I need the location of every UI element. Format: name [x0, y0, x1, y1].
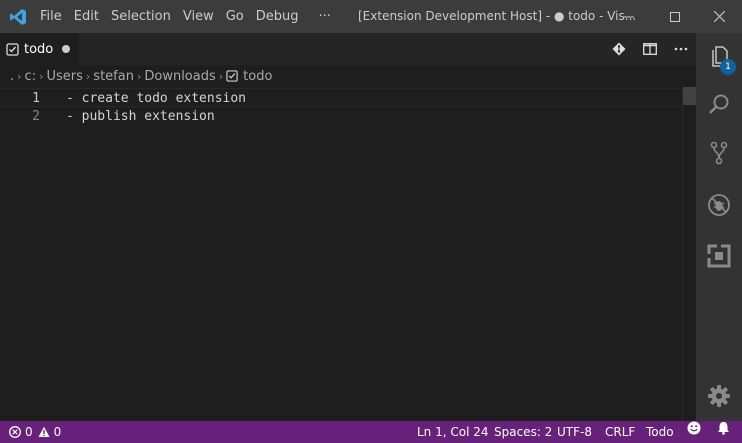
manage-button[interactable]	[696, 372, 742, 420]
breadcrumb-item-drive[interactable]: c:	[25, 69, 37, 84]
explorer-badge: 1	[720, 59, 736, 75]
extensions-button[interactable]	[696, 232, 742, 280]
bell-icon	[718, 422, 729, 435]
source-control-button[interactable]	[696, 129, 742, 177]
error-icon	[9, 426, 21, 438]
line-number: 2	[32, 109, 40, 124]
menu-bar: File Edit Selection View Go Debug ···	[35, 0, 337, 33]
smiley-icon	[687, 421, 701, 435]
language-mode[interactable]: Todo	[646, 421, 674, 443]
line-text[interactable]: - create todo extension	[66, 89, 246, 108]
problems-indicator[interactable]: 0 0	[9, 421, 61, 443]
title-bar: File Edit Selection View Go Debug ··· [E…	[0, 0, 742, 33]
window-title: [Extension Development Host] - ● todo - …	[358, 9, 637, 23]
status-bar: 0 0 Ln 1, Col 24 Spaces: 2 UTF-8 CRLF To…	[0, 421, 742, 443]
activity-bar: 1	[696, 33, 742, 421]
menu-debug[interactable]: Debug	[250, 0, 305, 33]
menu-go[interactable]: Go	[220, 0, 250, 33]
search-view-button[interactable]	[696, 81, 742, 129]
unsaved-dot-icon[interactable]	[62, 45, 70, 53]
menu-more[interactable]: ···	[313, 0, 337, 33]
chevron-right-icon: ›	[39, 69, 44, 83]
split-editor-icon	[642, 43, 657, 55]
editor-line[interactable]: 2 - publish extension	[0, 107, 682, 126]
checkbox-file-icon	[226, 70, 238, 82]
text-editor[interactable]: 1 - create todo extension 2 - publish ex…	[0, 87, 697, 421]
source-control-icon	[710, 141, 728, 165]
chevron-right-icon: ›	[85, 69, 91, 83]
menu-view[interactable]: View	[177, 0, 220, 33]
breadcrumb: . › c: › Users › stefan › Downloads › to…	[0, 65, 696, 87]
breadcrumb-item-users[interactable]: Users	[46, 69, 82, 84]
breadcrumb-item-downloads[interactable]: Downloads	[144, 69, 215, 84]
checkbox-file-icon	[6, 42, 19, 56]
scrollbar-thumb[interactable]	[683, 87, 697, 105]
line-text[interactable]: - publish extension	[66, 107, 215, 126]
breadcrumb-item-root[interactable]: .	[10, 69, 14, 84]
error-count: 0	[25, 425, 33, 439]
indentation[interactable]: Spaces: 2	[494, 421, 552, 443]
encoding[interactable]: UTF-8	[557, 421, 592, 443]
more-actions-button[interactable]	[665, 33, 696, 65]
warning-icon	[38, 426, 50, 437]
chevron-right-icon: ›	[17, 69, 22, 83]
vertical-scrollbar[interactable]	[682, 87, 697, 421]
chevron-right-icon: ›	[218, 69, 224, 83]
notifications-button[interactable]	[717, 421, 730, 435]
ellipsis-icon	[674, 47, 687, 51]
debug-view-button[interactable]	[696, 181, 742, 229]
editor-tab-bar: todo	[0, 33, 696, 65]
settings-gear-icon	[708, 385, 730, 407]
line-ending[interactable]: CRLF	[605, 421, 635, 443]
search-icon	[709, 94, 729, 114]
minimize-button[interactable]	[606, 0, 652, 33]
line-number: 1	[32, 91, 40, 106]
cursor-position[interactable]: Ln 1, Col 24	[417, 421, 489, 443]
debug-icon	[708, 194, 730, 216]
extensions-icon	[707, 244, 731, 268]
breadcrumb-item-stefan[interactable]: stefan	[93, 69, 134, 84]
menu-file[interactable]: File	[35, 0, 68, 33]
git-compare-icon	[612, 42, 625, 56]
warning-count: 0	[53, 425, 62, 439]
breadcrumb-item-todo[interactable]: todo	[243, 69, 272, 84]
tab-todo[interactable]: todo	[0, 33, 79, 65]
split-editor-button[interactable]	[634, 33, 665, 65]
minimize-icon	[624, 16, 634, 17]
maximize-icon	[670, 11, 680, 22]
open-changes-button[interactable]	[603, 33, 634, 65]
editor-line[interactable]: 1 - create todo extension	[0, 88, 682, 107]
maximize-button[interactable]	[652, 0, 698, 33]
feedback-button[interactable]	[687, 421, 701, 435]
editor-actions	[603, 33, 696, 65]
tab-label: todo	[24, 41, 54, 57]
menu-selection[interactable]: Selection	[105, 0, 177, 33]
menu-edit[interactable]: Edit	[68, 0, 105, 33]
chevron-right-icon: ›	[136, 69, 142, 83]
close-window-button[interactable]	[696, 0, 742, 33]
vscode-logo-icon	[0, 0, 35, 33]
explorer-button[interactable]: 1	[696, 33, 742, 81]
close-icon	[713, 11, 725, 22]
